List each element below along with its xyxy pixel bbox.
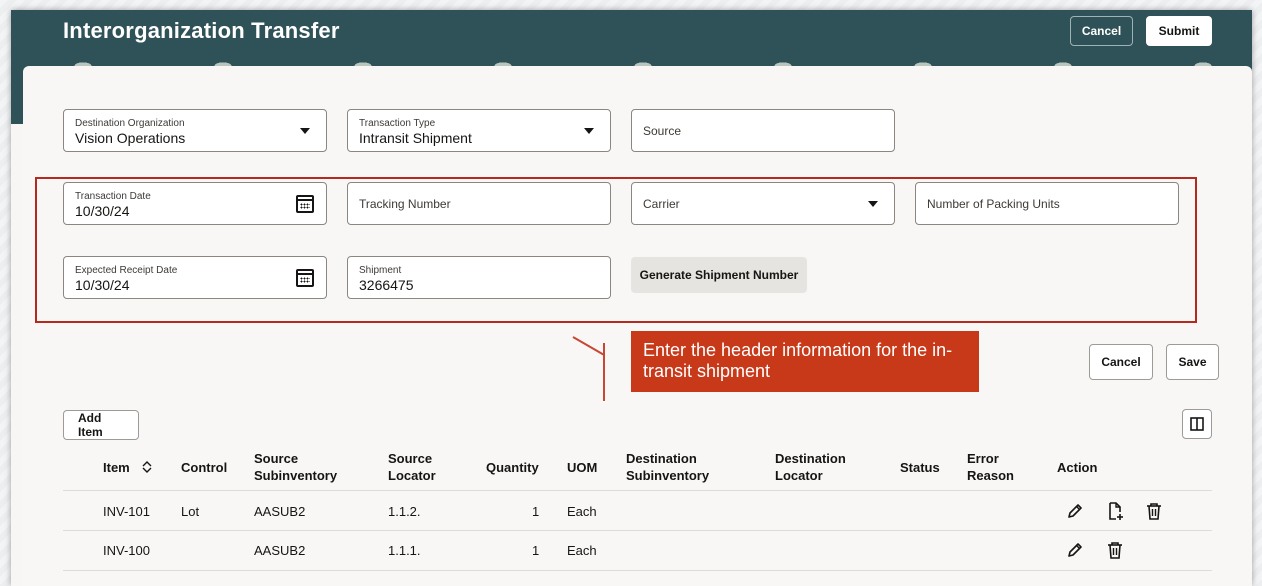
add-item-button[interactable]: Add Item [63, 410, 139, 440]
app-shell: Interorganization Transfer Cancel Submit… [11, 10, 1252, 586]
delete-icon[interactable] [1144, 501, 1164, 521]
transaction-type-select[interactable]: Transaction Type Intransit Shipment [347, 109, 611, 152]
column-header-item[interactable]: Item [103, 459, 153, 476]
edit-icon[interactable] [1065, 501, 1085, 521]
carrier-select[interactable]: Carrier [631, 182, 895, 225]
column-label: Item [103, 460, 130, 475]
packing-units-input[interactable]: Number of Packing Units [915, 182, 1179, 225]
callout-connector [603, 343, 605, 401]
field-label: Shipment [359, 265, 402, 276]
cell-uom: Each [567, 543, 597, 558]
column-header-destination-subinventory: Destination Subinventory [626, 451, 710, 483]
calendar-icon[interactable] [296, 269, 314, 287]
cancel-button[interactable]: Cancel [1089, 344, 1153, 380]
column-header-source-locator: Source Locator [388, 451, 436, 483]
cell-control: Lot [181, 504, 200, 519]
edit-icon[interactable] [1065, 540, 1085, 560]
table-divider [63, 530, 1212, 531]
field-label: Destination Organization [75, 118, 185, 129]
sort-icon[interactable] [141, 461, 153, 473]
column-header-source-subinventory: Source Subinventory [254, 451, 338, 483]
field-value: Vision Operations [75, 130, 186, 146]
field-value: 3266475 [359, 277, 414, 293]
field-value: 10/30/24 [75, 277, 130, 293]
column-header-status: Status [900, 460, 940, 475]
chevron-down-icon[interactable] [868, 201, 878, 207]
shipment-input[interactable]: Shipment 3266475 [347, 256, 611, 299]
calendar-icon[interactable] [296, 195, 314, 213]
table-divider [63, 490, 1212, 491]
column-header-destination-locator: Destination Locator [775, 451, 846, 483]
source-input[interactable]: Source [631, 109, 895, 152]
header-cancel-button[interactable]: Cancel [1070, 16, 1133, 46]
field-value: 10/30/24 [75, 203, 130, 219]
column-header-uom: UOM [567, 460, 598, 475]
field-label: Expected Receipt Date [75, 265, 178, 276]
table-divider [63, 570, 1212, 571]
cell-quantity: 1 [532, 543, 540, 558]
delete-icon[interactable] [1105, 540, 1125, 560]
cell-item: INV-100 [103, 543, 150, 558]
chevron-down-icon[interactable] [300, 128, 310, 134]
field-placeholder: Number of Packing Units [927, 197, 1060, 211]
field-label: Transaction Date [75, 191, 151, 202]
column-header-control: Control [181, 460, 228, 475]
tracking-number-input[interactable]: Tracking Number [347, 182, 611, 225]
field-placeholder: Tracking Number [359, 197, 451, 211]
columns-button[interactable] [1182, 409, 1212, 439]
cell-uom: Each [567, 504, 597, 519]
destination-organization-select[interactable]: Destination Organization Vision Operatio… [63, 109, 327, 152]
cell-item: INV-101 [103, 504, 150, 519]
column-header-error-reason: Error Reason [967, 451, 1014, 483]
cell-source-subinventory: AASUB2 [254, 504, 306, 519]
cell-source-locator: 1.1.2. [388, 504, 421, 519]
chevron-down-icon[interactable] [584, 128, 594, 134]
cell-source-locator: 1.1.1. [388, 543, 421, 558]
page-title: Interorganization Transfer [63, 18, 340, 43]
cell-source-subinventory: AASUB2 [254, 543, 306, 558]
expected-receipt-date-field[interactable]: Expected Receipt Date 10/30/24 [63, 256, 327, 299]
column-header-action: Action [1057, 460, 1098, 475]
transaction-date-field[interactable]: Transaction Date 10/30/24 [63, 182, 327, 225]
field-placeholder: Carrier [643, 197, 680, 211]
field-label: Transaction Type [359, 118, 436, 129]
generate-shipment-number-button[interactable]: Generate Shipment Number [631, 257, 807, 293]
column-header-quantity: Quantity [486, 460, 539, 475]
cell-quantity: 1 [532, 504, 540, 519]
field-value: Intransit Shipment [359, 130, 472, 146]
add-detail-icon[interactable] [1105, 501, 1125, 521]
save-button[interactable]: Save [1166, 344, 1219, 380]
submit-button[interactable]: Submit [1146, 16, 1212, 46]
field-placeholder: Source [643, 124, 682, 138]
columns-icon [1190, 417, 1204, 431]
instruction-callout: Enter the header information for the in-… [631, 331, 979, 392]
